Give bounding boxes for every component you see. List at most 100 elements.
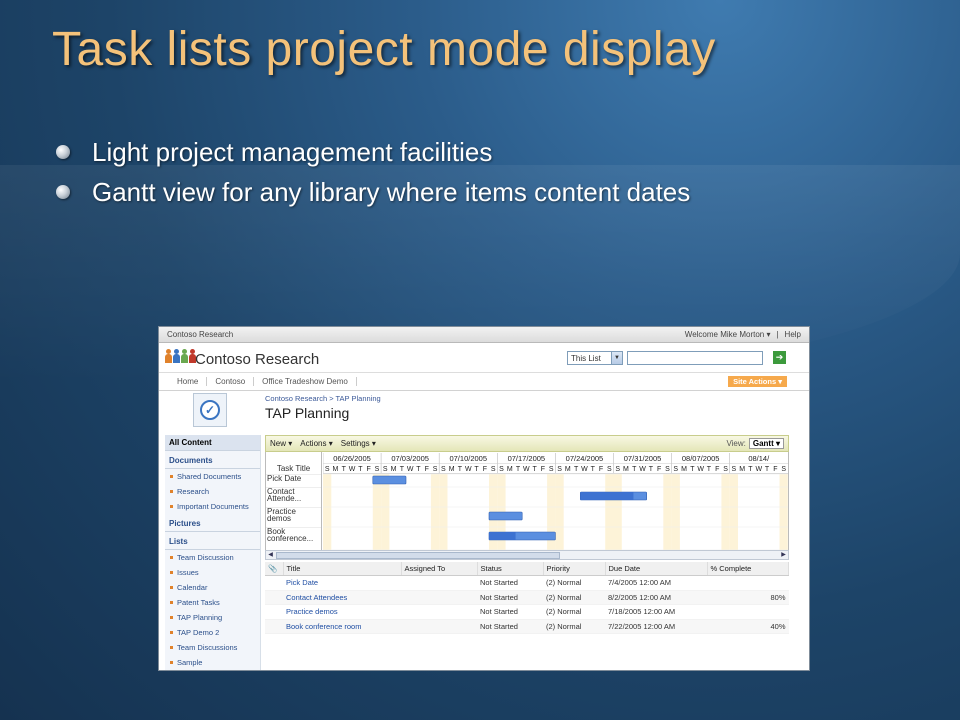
gantt-day-label: T: [707, 466, 712, 473]
gantt-day-label: M: [333, 466, 339, 473]
ql-lists-heading[interactable]: Lists: [165, 532, 260, 550]
search-input[interactable]: [627, 351, 763, 365]
ql-item[interactable]: Patent Tasks: [165, 595, 260, 610]
page-title: TAP Planning: [265, 405, 350, 421]
table-row: Contact Attendees Not Started (2) Normal…: [265, 590, 789, 605]
tab-contoso[interactable]: Contoso: [207, 377, 255, 386]
weekend-column: [555, 474, 564, 550]
gantt-week-label: 07/24/2005: [566, 454, 604, 463]
breadcrumb[interactable]: Contoso Research > TAP Planning: [265, 394, 381, 403]
scroll-left-icon[interactable]: ◀: [266, 551, 275, 559]
top-bar-site-link[interactable]: Contoso Research: [167, 330, 233, 339]
ql-item[interactable]: Research: [165, 484, 260, 499]
gantt-day-label: M: [391, 466, 397, 473]
quick-launch: All Content Documents Shared Documents R…: [165, 435, 261, 670]
gantt-week-label: 07/03/2005: [391, 454, 429, 463]
status-cell: Not Started: [477, 590, 543, 605]
ql-item[interactable]: TAP Planning: [165, 610, 260, 625]
settings-menu-button[interactable]: Settings ▾: [341, 439, 376, 448]
ql-item[interactable]: Team Discussion: [165, 550, 260, 565]
gantt-day-label: M: [449, 466, 455, 473]
task-title-link[interactable]: Book conference room: [283, 619, 401, 634]
attachment-cell: [265, 619, 283, 634]
ql-item[interactable]: Issues: [165, 565, 260, 580]
gantt-day-label: S: [441, 466, 446, 473]
search-scope-select[interactable]: This List ▼: [567, 351, 623, 365]
gantt-day-label: M: [623, 466, 629, 473]
sharepoint-screenshot: Contoso Research Welcome Mike Morton ▾ |…: [158, 326, 810, 671]
gantt-day-label: T: [400, 466, 405, 473]
go-arrow-icon[interactable]: ➔: [773, 351, 786, 364]
tab-office-tradeshow-demo[interactable]: Office Tradeshow Demo: [254, 377, 357, 386]
task-table: 📎 Title Assigned To Status Priority Due …: [265, 562, 789, 634]
gantt-day-label: T: [690, 466, 695, 473]
column-header-title[interactable]: Title: [283, 562, 402, 576]
status-cell: Not Started: [477, 575, 543, 591]
weekend-column: [323, 474, 332, 550]
table-header-row: 📎 Title Assigned To Status Priority Due …: [265, 562, 789, 576]
column-header-assigned-to[interactable]: Assigned To: [401, 562, 478, 576]
task-title-link[interactable]: Pick Date: [283, 575, 401, 591]
ql-documents-heading[interactable]: Documents: [165, 451, 260, 469]
gantt-chart: Task Title Pick Date Contact Attende... …: [265, 452, 789, 550]
gantt-day-label: T: [458, 466, 463, 473]
tab-home[interactable]: Home: [169, 377, 208, 386]
site-header: Contoso Research This List ▼ ➔: [159, 343, 809, 373]
bullet-icon: [56, 185, 70, 199]
weekend-column: [430, 474, 440, 550]
site-actions-button[interactable]: Site Actions ▾: [728, 376, 787, 387]
gantt-day-label: F: [657, 466, 661, 473]
column-header-priority[interactable]: Priority: [543, 562, 606, 576]
column-header-status[interactable]: Status: [477, 562, 544, 576]
due-date-cell: 7/22/2005 12:00 AM: [605, 619, 707, 634]
actions-menu-button[interactable]: Actions ▾: [300, 439, 332, 448]
bullet-list: Light project management facilities Gant…: [56, 132, 690, 212]
help-link[interactable]: Help: [785, 330, 801, 339]
gantt-task-title-header: Task Title: [276, 464, 311, 473]
attachment-cell: [265, 575, 283, 591]
gantt-day-label: T: [516, 466, 521, 473]
ql-item[interactable]: Shared Documents: [165, 469, 260, 484]
gantt-row-label[interactable]: Practice demos: [266, 507, 321, 527]
task-title-link[interactable]: Contact Attendees: [283, 590, 401, 605]
view-select[interactable]: Gantt ▾: [748, 438, 784, 449]
gantt-day-label: W: [349, 466, 356, 473]
gantt-day-label: S: [615, 466, 620, 473]
slide-title: Task lists project mode display: [52, 23, 716, 76]
column-header-complete[interactable]: % Complete: [707, 562, 789, 576]
new-menu-button[interactable]: New ▾: [270, 439, 292, 448]
ql-item[interactable]: Team Discussions: [165, 640, 260, 655]
ql-item[interactable]: Calendar: [165, 580, 260, 595]
gantt-day-label: T: [591, 466, 596, 473]
title-area: ✓ Contoso Research > TAP Planning TAP Pl…: [159, 391, 809, 429]
gantt-day-label: S: [375, 466, 380, 473]
gantt-day-label: W: [581, 466, 588, 473]
scroll-right-icon[interactable]: ▶: [779, 551, 788, 559]
ql-pictures-heading[interactable]: Pictures: [165, 514, 260, 532]
gantt-day-label: T: [474, 466, 479, 473]
horizontal-scrollbar[interactable]: ◀ ▶: [265, 550, 789, 560]
assigned-cell: [401, 604, 477, 620]
gantt-day-label: S: [673, 466, 678, 473]
ql-item[interactable]: Important Documents: [165, 499, 260, 514]
weekend-column: [779, 474, 788, 550]
weekend-column: [671, 474, 680, 550]
bullet-text: Gantt view for any library where items c…: [92, 176, 691, 207]
gantt-row-label[interactable]: Book conference...: [266, 527, 321, 547]
welcome-menu[interactable]: Welcome Mike Morton ▾: [685, 330, 771, 339]
gantt-row-label[interactable]: Pick Date: [266, 474, 321, 487]
task-title-link[interactable]: Practice demos: [283, 604, 401, 620]
ql-item[interactable]: Sample: [165, 655, 260, 670]
gantt-day-label: M: [507, 466, 513, 473]
gantt-day-label: F: [599, 466, 603, 473]
ql-item[interactable]: TAP Demo 2: [165, 625, 260, 640]
gantt-day-label: M: [565, 466, 571, 473]
scrollbar-thumb[interactable]: [276, 552, 560, 559]
site-name[interactable]: Contoso Research: [195, 351, 319, 368]
column-header-due-date[interactable]: Due Date: [605, 562, 708, 576]
gantt-day-label: T: [765, 466, 770, 473]
all-content-link[interactable]: All Content: [165, 435, 260, 451]
gantt-row-label[interactable]: Contact Attende...: [266, 487, 321, 507]
priority-cell: (2) Normal: [543, 590, 605, 605]
gantt-day-label: M: [739, 466, 745, 473]
